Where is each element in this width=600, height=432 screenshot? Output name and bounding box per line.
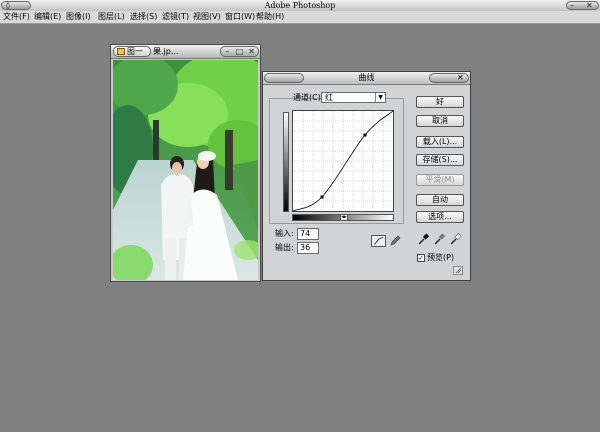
close-icon[interactable]: ✕ (246, 47, 257, 56)
gradient-toggle-icon[interactable]: ◂▸ (340, 214, 348, 221)
document-filename: 果.jp... (153, 47, 179, 56)
menu-bar: 文件(F) 编辑(E) 图像(I) 图层(L) 选择(S) 滤镜(T) 视图(V… (0, 11, 600, 24)
black-eyedropper-icon[interactable] (417, 233, 429, 245)
document-window-controls[interactable]: – □ ✕ (220, 46, 259, 57)
input-label: 输入: (275, 229, 294, 238)
menu-layer[interactable]: 图层(L) (98, 11, 125, 23)
output-gradient-bar (283, 112, 289, 212)
channel-label: 通道(C): (293, 93, 324, 102)
menu-edit[interactable]: 编辑(E) (34, 11, 61, 23)
dialog-close-button[interactable]: ✕ (429, 73, 469, 83)
curve-control-point[interactable] (320, 195, 324, 199)
document-tab-label: 图一 (127, 47, 143, 56)
menu-help[interactable]: 帮助(H) (256, 11, 284, 23)
white-eyedropper-icon[interactable] (449, 233, 461, 245)
output-label: 输出: (275, 243, 294, 252)
curve-graph[interactable] (292, 110, 394, 212)
pencil-tool-icon[interactable] (389, 235, 401, 247)
preview-checkbox[interactable]: ✓ (417, 254, 425, 262)
menu-file[interactable]: 文件(F) (3, 11, 30, 23)
app-title: Adobe Photoshop (264, 1, 336, 10)
resize-grip-icon[interactable] (453, 266, 463, 275)
menu-window[interactable]: 窗口(W) (225, 11, 255, 23)
menu-filter[interactable]: 滤镜(T) (162, 11, 189, 23)
minimize-icon[interactable]: – (222, 47, 233, 56)
app-window-controls[interactable]: – ✕ (566, 1, 599, 10)
document-title-bar[interactable]: 图一 果.jp... – □ ✕ (111, 45, 260, 59)
options-button[interactable]: 选项... (416, 211, 464, 223)
load-button[interactable]: 载入(L)... (416, 136, 464, 148)
close-icon[interactable]: ✕ (586, 1, 593, 10)
channel-value: 红 (325, 93, 333, 102)
photo-canvas[interactable] (113, 60, 258, 280)
document-window[interactable]: 图一 果.jp... – □ ✕ (110, 44, 261, 282)
curves-title-bar[interactable]: 曲线 ✕ (263, 72, 470, 85)
close-icon[interactable]: ✕ (457, 73, 464, 82)
menu-view[interactable]: 视图(V) (193, 11, 221, 23)
menu-image[interactable]: 图像(I) (66, 11, 91, 23)
input-field[interactable]: 74 (297, 228, 319, 240)
auto-button[interactable]: 自动 (416, 194, 464, 206)
output-field[interactable]: 36 (297, 242, 319, 254)
maximize-icon[interactable]: □ (234, 47, 245, 56)
menu-select[interactable]: 选择(S) (130, 11, 157, 23)
image-file-icon (117, 48, 125, 55)
curve-control-point[interactable] (363, 133, 367, 137)
curves-dialog[interactable]: 曲线 ✕ 通道(C): 红 ▼ ◂▸ 输入: 74 输出: 36 好 取消 载入… (262, 71, 471, 281)
ok-button[interactable]: 好 (416, 96, 464, 108)
document-tab[interactable]: 图一 (113, 46, 151, 57)
preview-label: 预览(P) (427, 253, 455, 262)
cancel-button[interactable]: 取消 (416, 115, 464, 127)
smooth-button[interactable]: 平滑(M) (416, 174, 464, 186)
save-button[interactable]: 存储(S)... (416, 154, 464, 166)
gray-eyedropper-icon[interactable] (433, 233, 445, 245)
chevron-down-icon[interactable]: ▼ (375, 93, 385, 102)
channel-select[interactable]: 红 ▼ (321, 92, 386, 103)
curve-tool-icon[interactable] (371, 235, 386, 247)
check-icon: ✓ (418, 254, 424, 262)
minimize-icon[interactable]: – (570, 1, 574, 10)
